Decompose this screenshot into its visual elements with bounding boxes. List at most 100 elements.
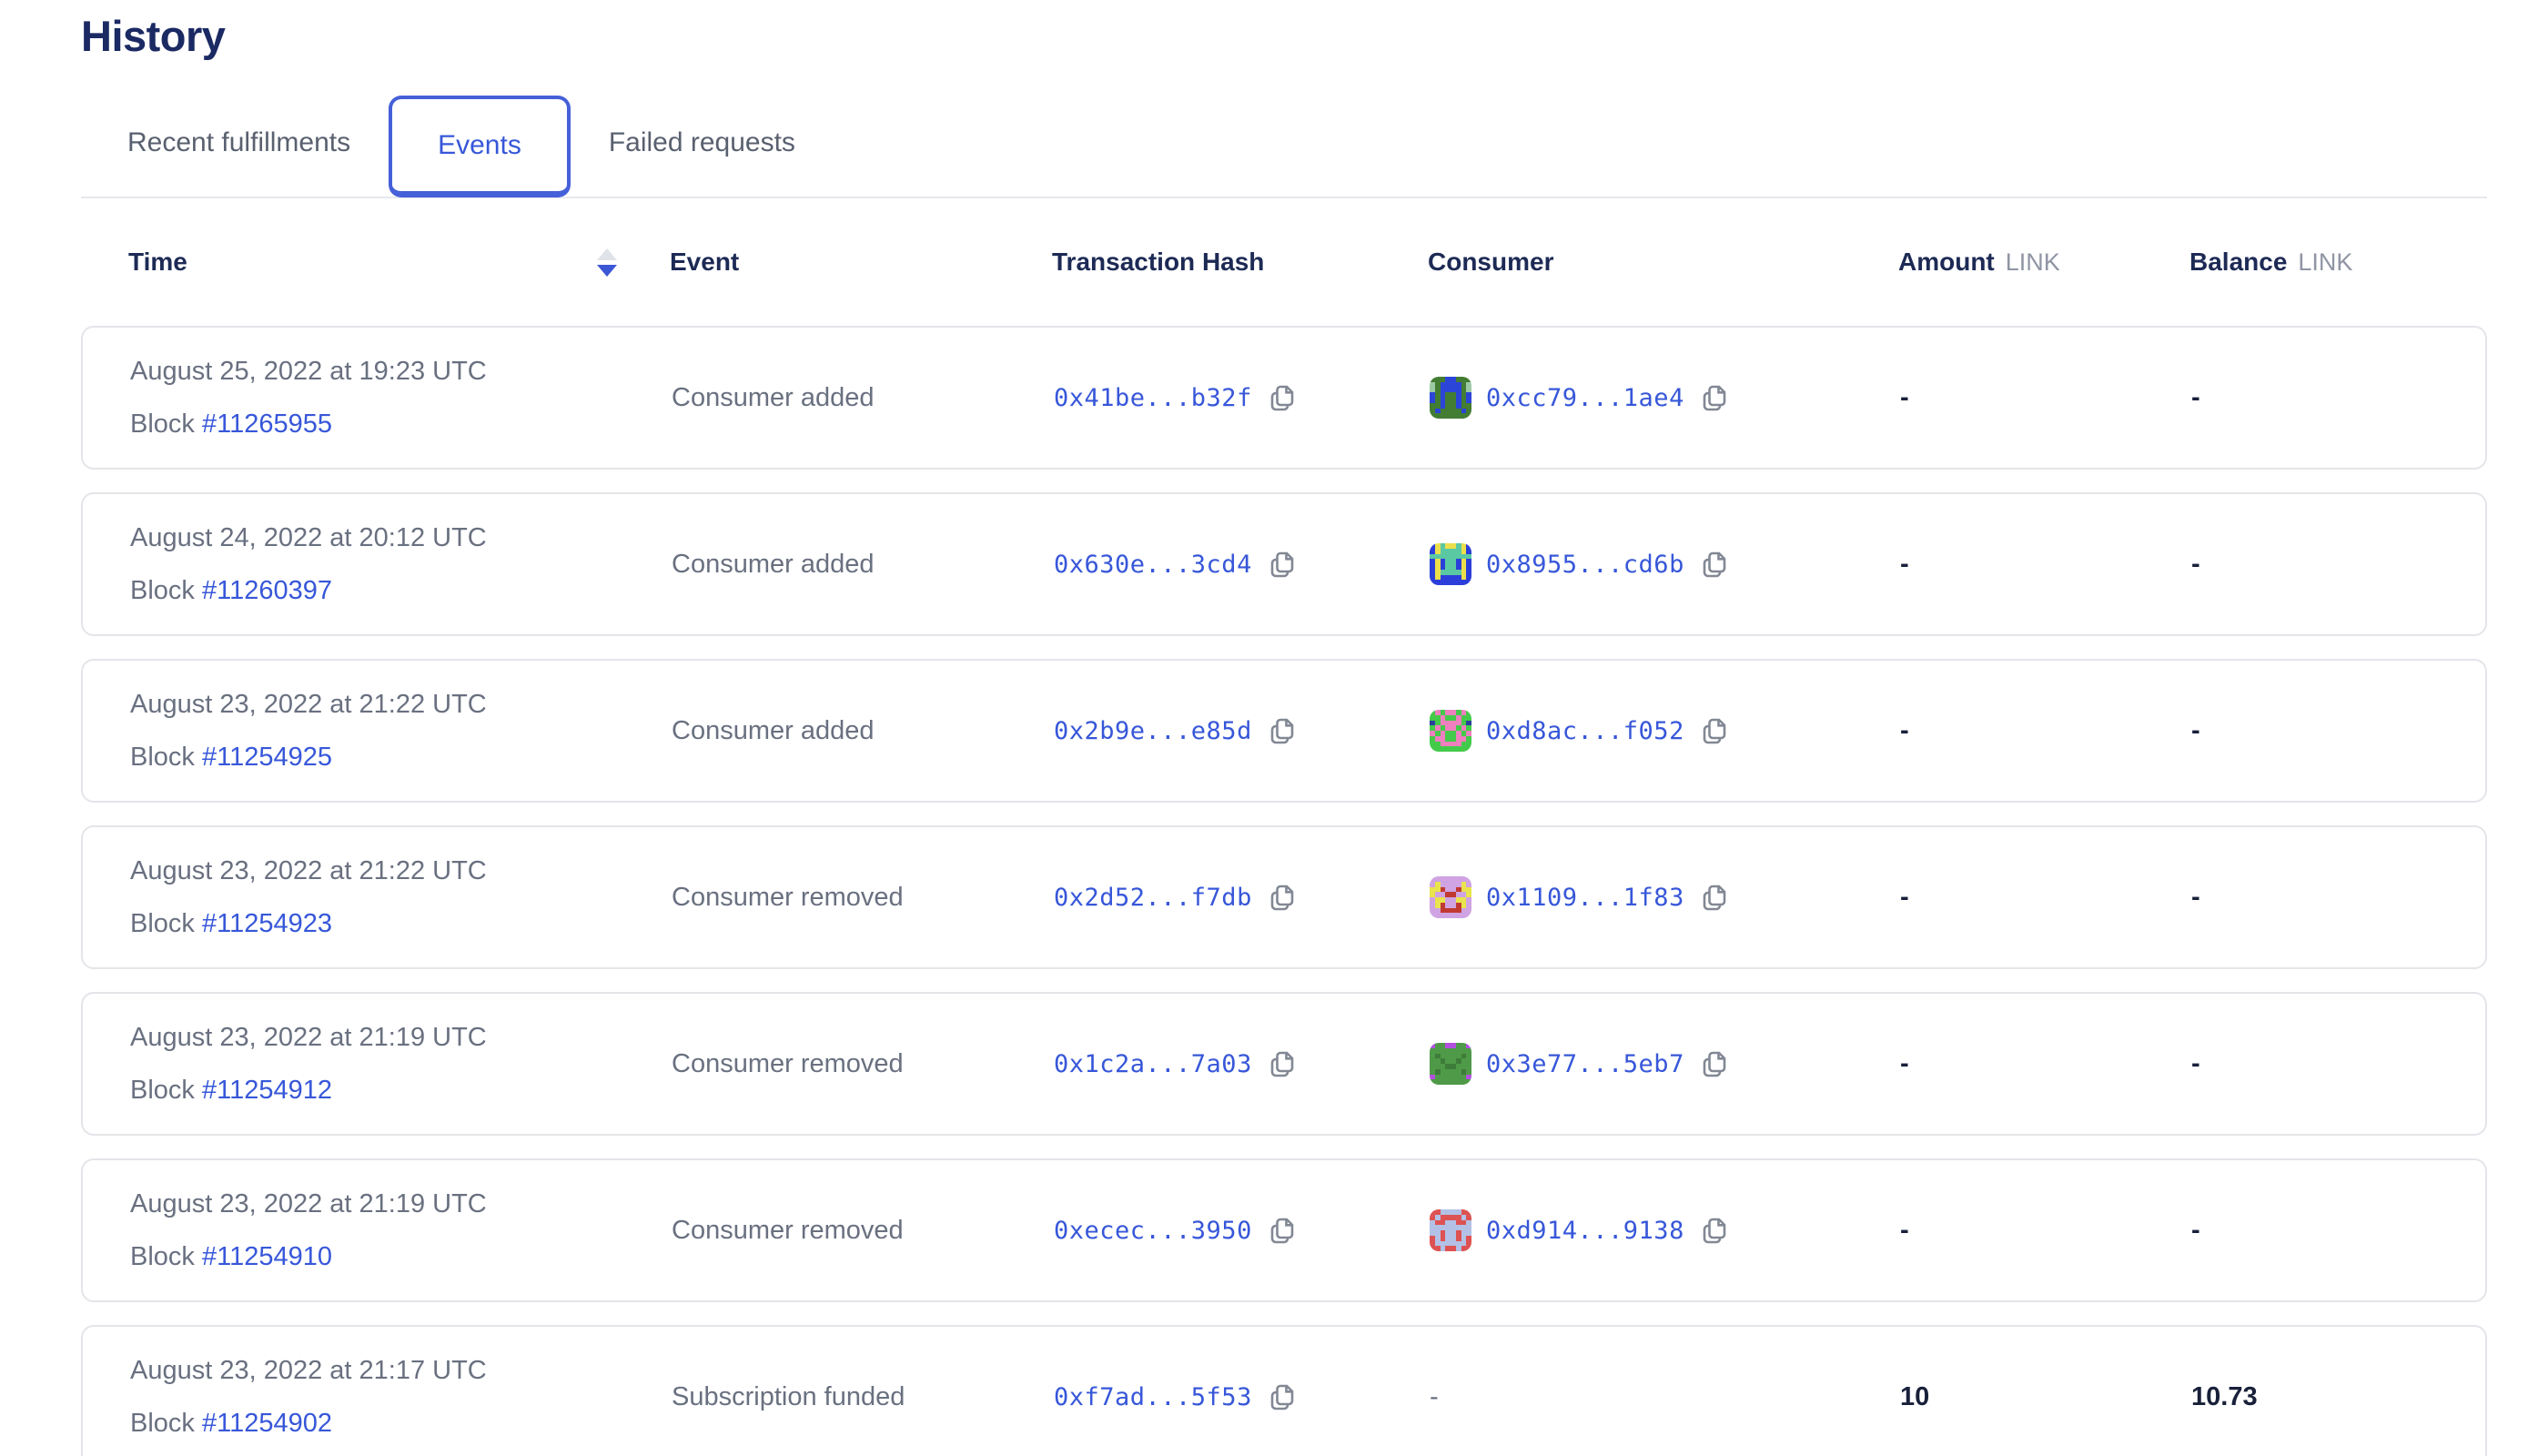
- copy-consumer-address-button[interactable]: [1699, 382, 1730, 413]
- block-line: Block #11260397: [130, 575, 672, 606]
- consumer-avatar: [1430, 876, 1471, 918]
- consumer-cell: 0x3e77...5eb7: [1430, 1043, 1900, 1085]
- event-time: August 23, 2022 at 21:22 UTC: [130, 689, 672, 720]
- transaction-hash-link[interactable]: 0xf7ad...5f53: [1054, 1383, 1252, 1411]
- tab-failed-requests[interactable]: Failed requests: [609, 127, 795, 158]
- transaction-hash-link[interactable]: 0x41be...b32f: [1054, 384, 1252, 412]
- copy-transaction-hash-button[interactable]: [1267, 382, 1298, 413]
- block-line: Block #11254910: [130, 1241, 672, 1272]
- block-link[interactable]: #11254910: [202, 1242, 332, 1271]
- copy-transaction-hash-button[interactable]: [1267, 882, 1298, 913]
- amount-value: -: [1900, 716, 2191, 746]
- block-link[interactable]: #11254923: [202, 909, 332, 938]
- balance-value: -: [2191, 1049, 2485, 1079]
- sort-icon[interactable]: [597, 248, 617, 277]
- copy-icon: [1699, 1048, 1730, 1079]
- column-header-time[interactable]: Time: [128, 248, 187, 277]
- consumer-avatar: [1430, 377, 1471, 419]
- block-link[interactable]: #11254912: [202, 1076, 332, 1105]
- sort-asc-arrow-icon: [597, 248, 617, 260]
- copy-icon: [1699, 1215, 1730, 1246]
- time-cell: August 23, 2022 at 21:17 UTC Block #1125…: [130, 1355, 672, 1439]
- copy-icon: [1699, 382, 1730, 413]
- consumer-address-link[interactable]: -: [1430, 1382, 1439, 1412]
- block-line: Block #11254925: [130, 742, 672, 773]
- consumer-cell: 0xd914...9138: [1430, 1209, 1900, 1251]
- column-header-amount: Amount LINK: [1898, 248, 2189, 277]
- transaction-hash-link[interactable]: 0xecec...3950: [1054, 1217, 1252, 1245]
- event-row: August 25, 2022 at 19:23 UTC Block #1126…: [81, 326, 2487, 470]
- time-cell: August 25, 2022 at 19:23 UTC Block #1126…: [130, 356, 672, 440]
- copy-icon: [1267, 1048, 1298, 1079]
- block-link[interactable]: #11254902: [202, 1409, 332, 1438]
- balance-value: 10.73: [2191, 1382, 2485, 1412]
- column-header-balance-label: Balance: [2189, 248, 2287, 277]
- consumer-address-link[interactable]: 0xcc79...1ae4: [1486, 384, 1684, 412]
- transaction-hash-link[interactable]: 0x1c2a...7a03: [1054, 1050, 1252, 1078]
- time-cell: August 23, 2022 at 21:22 UTC Block #1125…: [130, 855, 672, 939]
- tab-events-label: Events: [438, 130, 521, 161]
- event-row: August 23, 2022 at 21:19 UTC Block #1125…: [81, 1158, 2487, 1302]
- balance-value: -: [2191, 883, 2485, 913]
- time-cell: August 24, 2022 at 20:12 UTC Block #1126…: [130, 522, 672, 606]
- consumer-address-link[interactable]: 0x8955...cd6b: [1486, 551, 1684, 579]
- transaction-hash-link[interactable]: 0x2d52...f7db: [1054, 884, 1252, 912]
- event-rows: August 25, 2022 at 19:23 UTC Block #1126…: [81, 326, 2487, 1456]
- block-line: Block #11254902: [130, 1408, 672, 1439]
- block-line: Block #11254912: [130, 1075, 672, 1106]
- balance-value: -: [2191, 716, 2485, 746]
- transaction-hash-cell: 0xecec...3950: [1054, 1215, 1430, 1246]
- transaction-hash-cell: 0x630e...3cd4: [1054, 549, 1430, 580]
- copy-transaction-hash-button[interactable]: [1267, 715, 1298, 746]
- column-header-consumer: Consumer: [1428, 248, 1898, 277]
- page-title: History: [81, 0, 2487, 62]
- transaction-hash-cell: 0x2d52...f7db: [1054, 882, 1430, 913]
- transaction-hash-link[interactable]: 0x630e...3cd4: [1054, 551, 1252, 579]
- block-label: Block: [130, 1409, 195, 1438]
- consumer-cell: 0xcc79...1ae4: [1430, 377, 1900, 419]
- block-link[interactable]: #11265955: [202, 410, 332, 439]
- sort-desc-arrow-icon: [597, 265, 617, 277]
- column-header-transaction-hash: Transaction Hash: [1052, 248, 1428, 277]
- tab-recent-fulfillments[interactable]: Recent fulfillments: [127, 127, 350, 158]
- balance-value: -: [2191, 1216, 2485, 1246]
- consumer-address-link[interactable]: 0x1109...1f83: [1486, 884, 1684, 912]
- event-time: August 24, 2022 at 20:12 UTC: [130, 522, 672, 553]
- amount-value: -: [1900, 1049, 2191, 1079]
- consumer-avatar: [1430, 710, 1471, 752]
- event-type-label: Subscription funded: [672, 1382, 1054, 1412]
- consumer-address-link[interactable]: 0xd914...9138: [1486, 1217, 1684, 1245]
- consumer-address-link[interactable]: 0x3e77...5eb7: [1486, 1050, 1684, 1078]
- consumer-cell: -: [1430, 1382, 1900, 1412]
- copy-consumer-address-button[interactable]: [1699, 1048, 1730, 1079]
- consumer-address-link[interactable]: 0xd8ac...f052: [1486, 717, 1684, 745]
- amount-value: -: [1900, 383, 2191, 413]
- time-cell: August 23, 2022 at 21:19 UTC Block #1125…: [130, 1022, 672, 1106]
- block-line: Block #11254923: [130, 908, 672, 939]
- column-header-amount-unit: LINK: [2006, 248, 2060, 277]
- copy-consumer-address-button[interactable]: [1699, 1215, 1730, 1246]
- copy-transaction-hash-button[interactable]: [1267, 549, 1298, 580]
- copy-consumer-address-button[interactable]: [1699, 549, 1730, 580]
- event-row: August 24, 2022 at 20:12 UTC Block #1126…: [81, 492, 2487, 636]
- block-link[interactable]: #11260397: [202, 576, 332, 605]
- event-time: August 23, 2022 at 21:22 UTC: [130, 855, 672, 886]
- transaction-hash-link[interactable]: 0x2b9e...e85d: [1054, 717, 1252, 745]
- consumer-avatar: [1430, 1209, 1471, 1251]
- copy-transaction-hash-button[interactable]: [1267, 1381, 1298, 1412]
- copy-transaction-hash-button[interactable]: [1267, 1048, 1298, 1079]
- copy-icon: [1699, 715, 1730, 746]
- copy-transaction-hash-button[interactable]: [1267, 1215, 1298, 1246]
- block-link[interactable]: #11254925: [202, 743, 332, 772]
- block-label: Block: [130, 1076, 195, 1105]
- copy-consumer-address-button[interactable]: [1699, 715, 1730, 746]
- column-header-balance: Balance LINK: [2189, 248, 2487, 277]
- copy-consumer-address-button[interactable]: [1699, 882, 1730, 913]
- tab-events[interactable]: Events: [389, 96, 571, 197]
- consumer-cell: 0x1109...1f83: [1430, 876, 1900, 918]
- copy-icon: [1699, 882, 1730, 913]
- block-label: Block: [130, 909, 195, 938]
- time-cell: August 23, 2022 at 21:22 UTC Block #1125…: [130, 689, 672, 773]
- event-type-label: Consumer added: [672, 716, 1054, 746]
- event-type-label: Consumer removed: [672, 1049, 1054, 1079]
